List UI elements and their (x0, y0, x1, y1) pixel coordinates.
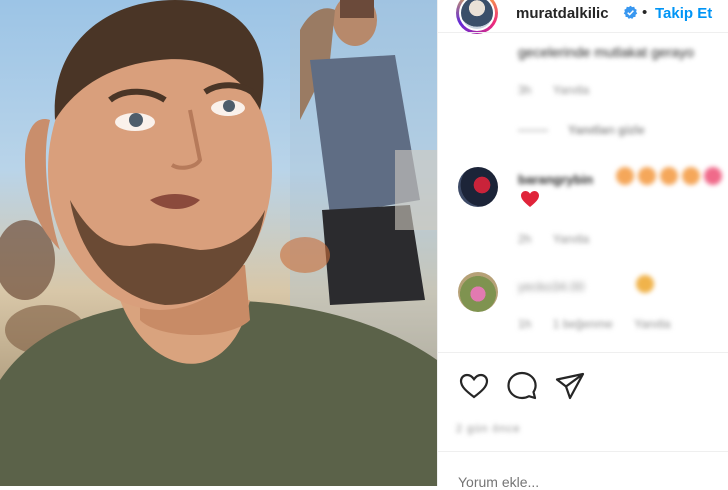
post-photo-illustration (0, 0, 437, 486)
commenter-username[interactable]: yecko34.00 (518, 279, 585, 294)
comment-time: 3h (518, 83, 532, 97)
add-comment-input[interactable] (458, 474, 718, 490)
comment-time: 2h (518, 232, 532, 246)
commenter-avatar[interactable] (458, 272, 498, 312)
heart-icon[interactable] (458, 370, 490, 402)
heart-emoji-icon (521, 191, 539, 207)
verified-icon (623, 5, 638, 19)
reply-button[interactable]: Yanıtla (634, 317, 670, 331)
post-photo[interactable] (0, 0, 437, 486)
follow-button[interactable]: Takip Et (655, 5, 712, 22)
hide-replies-line (518, 130, 548, 131)
comment-meta-2: 2h Yanıtla (518, 232, 589, 246)
header-divider (438, 32, 728, 33)
comment-icon[interactable] (506, 370, 538, 402)
reply-button[interactable]: Yanıtla (553, 232, 589, 246)
comment-input-divider (438, 451, 728, 452)
comment-emoji (636, 275, 654, 293)
comment-likes-count[interactable]: 1 beğenme (553, 317, 613, 331)
actions-divider (438, 352, 728, 353)
reply-button[interactable]: Yanıtla (553, 83, 589, 97)
post-side-panel: muratdalkilic • Takip Et gecelerinde mut… (437, 0, 728, 490)
post-header: muratdalkilic • Takip Et (438, 0, 728, 34)
profile-avatar[interactable] (456, 0, 498, 34)
comment-time: 1h (518, 317, 532, 331)
commenter-avatar[interactable] (458, 167, 498, 207)
header-separator: • (642, 4, 648, 21)
hide-replies-label: Yanıtları gizle (568, 123, 645, 137)
share-icon[interactable] (554, 370, 586, 402)
comment-meta-1: 3h Yanıtla (518, 83, 589, 97)
post-timestamp: 2 gün önce (456, 423, 521, 435)
comment-text-partial: gecelerinde mutlakat gerayo (518, 44, 694, 60)
comment-meta-3: 1h 1 beğenme Yanıtla (518, 317, 671, 331)
profile-username[interactable]: muratdalkilic (516, 5, 609, 22)
commenter-username[interactable]: barangrybin (518, 172, 593, 187)
comment-emojis (616, 167, 726, 190)
